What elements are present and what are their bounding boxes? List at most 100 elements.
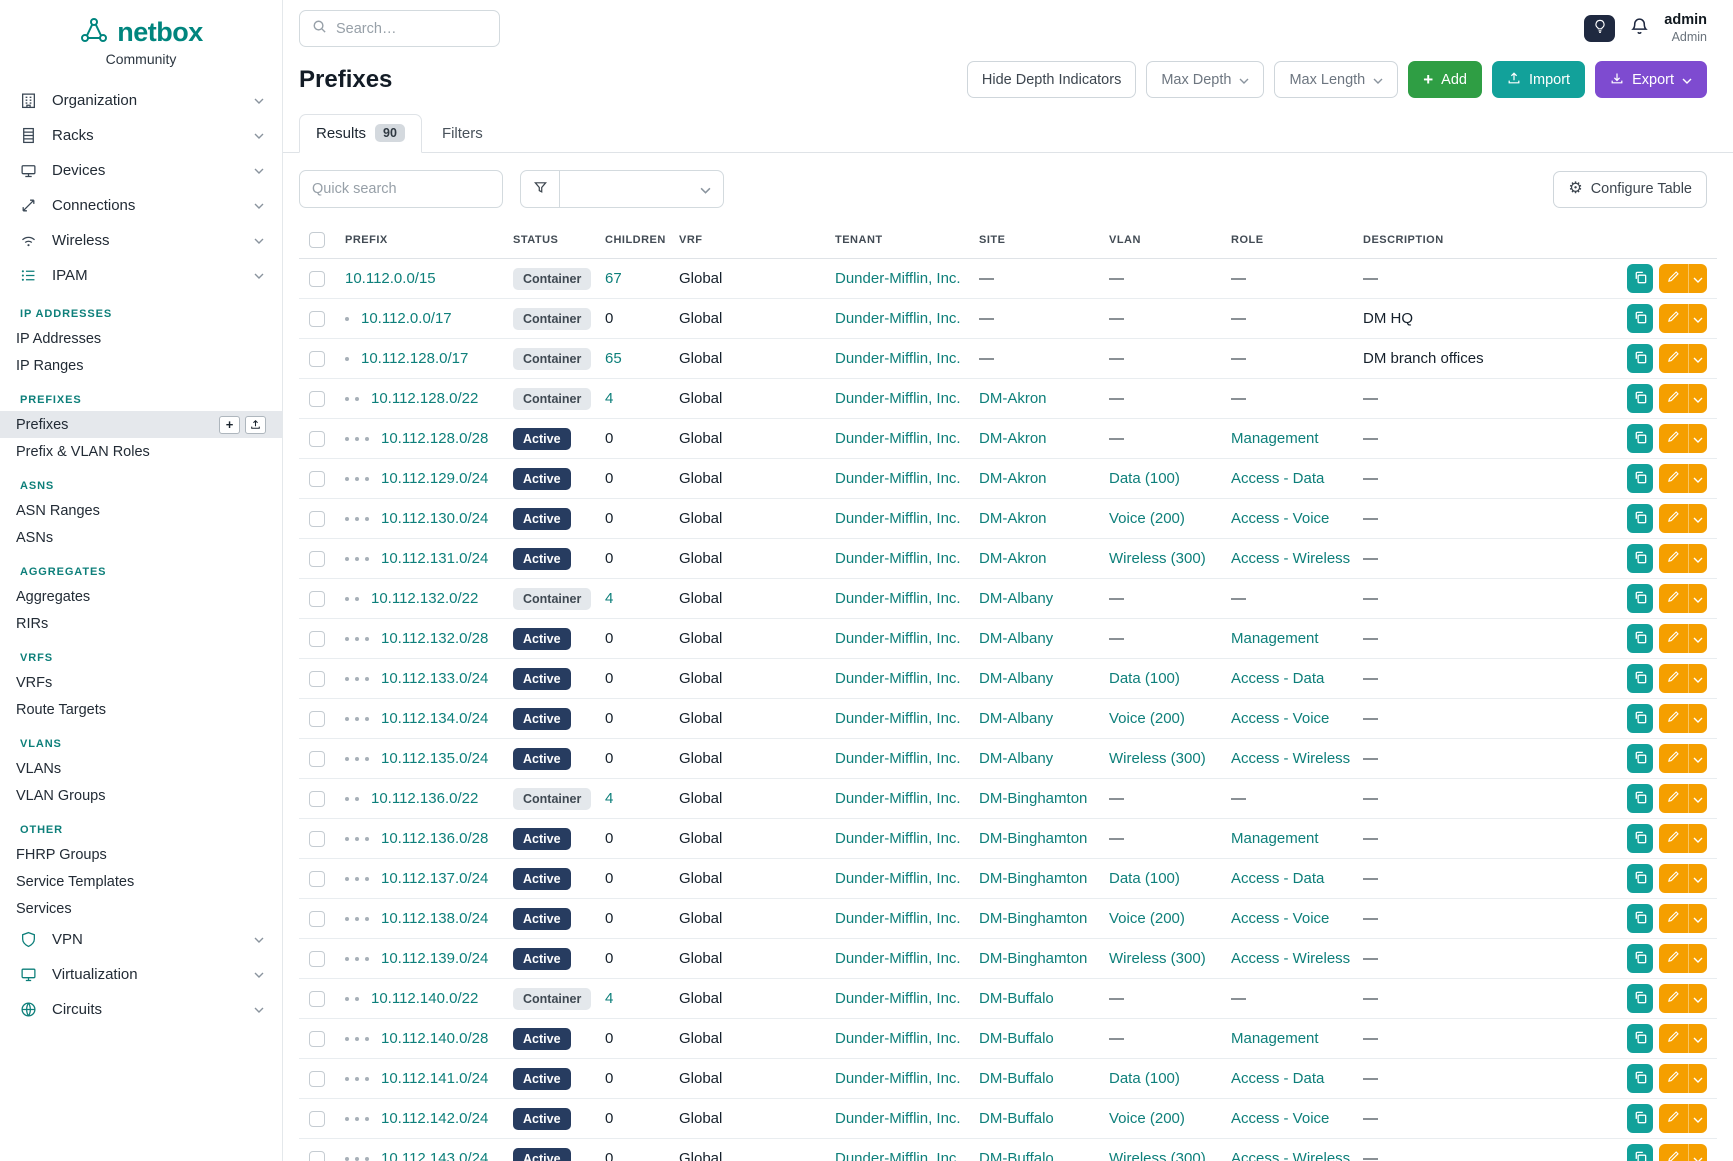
site-link[interactable]: DM-Akron: [979, 550, 1047, 567]
copy-button[interactable]: [1627, 504, 1653, 533]
sidebar-link-asn-ranges[interactable]: ASN Ranges: [0, 497, 282, 524]
row-checkbox[interactable]: [309, 311, 325, 327]
sidebar-link-fhrp-groups[interactable]: FHRP Groups: [0, 841, 282, 868]
edit-button[interactable]: [1659, 264, 1688, 293]
role-link[interactable]: Access - Data: [1231, 470, 1324, 487]
row-checkbox[interactable]: [309, 831, 325, 847]
site-link[interactable]: DM-Buffalo: [979, 1150, 1054, 1161]
brand-name[interactable]: netbox: [117, 17, 203, 48]
edit-button[interactable]: [1659, 464, 1688, 493]
column-header-status[interactable]: STATUS: [503, 222, 595, 259]
user-menu[interactable]: admin Admin: [1664, 12, 1707, 44]
edit-dropdown-button[interactable]: [1688, 544, 1707, 573]
prefix-link[interactable]: 10.112.140.0/28: [381, 1030, 488, 1047]
children-count-link[interactable]: 4: [605, 390, 613, 407]
site-link[interactable]: DM-Binghamton: [979, 830, 1087, 847]
prefix-link[interactable]: 10.112.133.0/24: [381, 670, 488, 687]
site-link[interactable]: DM-Akron: [979, 430, 1047, 447]
site-link[interactable]: DM-Binghamton: [979, 910, 1087, 927]
role-link[interactable]: Access - Voice: [1231, 710, 1329, 727]
tenant-link[interactable]: Dunder-Mifflin, Inc.: [835, 870, 961, 887]
prefix-link[interactable]: 10.112.143.0/24: [381, 1150, 488, 1161]
copy-button[interactable]: [1627, 664, 1653, 693]
vlan-link[interactable]: Wireless (300): [1109, 950, 1206, 967]
site-link[interactable]: DM-Buffalo: [979, 990, 1054, 1007]
vlan-link[interactable]: Data (100): [1109, 470, 1180, 487]
role-link[interactable]: Access - Wireless: [1231, 950, 1350, 967]
edit-dropdown-button[interactable]: [1688, 744, 1707, 773]
children-count-link[interactable]: 67: [605, 270, 622, 287]
site-link[interactable]: DM-Binghamton: [979, 950, 1087, 967]
tenant-link[interactable]: Dunder-Mifflin, Inc.: [835, 710, 961, 727]
edit-dropdown-button[interactable]: [1688, 344, 1707, 373]
sidebar-link-asns[interactable]: ASNs: [0, 524, 282, 551]
vlan-link[interactable]: Voice (200): [1109, 710, 1185, 727]
role-link[interactable]: Management: [1231, 1030, 1319, 1047]
edit-dropdown-button[interactable]: [1688, 584, 1707, 613]
sidebar-item-organization[interactable]: Organization: [0, 83, 282, 118]
site-link[interactable]: DM-Akron: [979, 470, 1047, 487]
edit-button[interactable]: [1659, 784, 1688, 813]
sidebar-link-vlan-groups[interactable]: VLAN Groups: [0, 782, 282, 809]
column-header-vlan[interactable]: VLAN: [1099, 222, 1221, 259]
tenant-link[interactable]: Dunder-Mifflin, Inc.: [835, 510, 961, 527]
copy-button[interactable]: [1627, 704, 1653, 733]
edit-button[interactable]: [1659, 304, 1688, 333]
vlan-link[interactable]: Voice (200): [1109, 910, 1185, 927]
site-link[interactable]: DM-Buffalo: [979, 1030, 1054, 1047]
row-checkbox[interactable]: [309, 1071, 325, 1087]
copy-button[interactable]: [1627, 944, 1653, 973]
sidebar-item-devices[interactable]: Devices: [0, 153, 282, 188]
role-link[interactable]: Management: [1231, 630, 1319, 647]
edit-dropdown-button[interactable]: [1688, 384, 1707, 413]
vlan-link[interactable]: Wireless (300): [1109, 550, 1206, 567]
column-header-vrf[interactable]: VRF: [669, 222, 825, 259]
edit-dropdown-button[interactable]: [1688, 1064, 1707, 1093]
copy-button[interactable]: [1627, 464, 1653, 493]
prefix-link[interactable]: 10.112.140.0/22: [371, 990, 478, 1007]
tenant-link[interactable]: Dunder-Mifflin, Inc.: [835, 1030, 961, 1047]
row-checkbox[interactable]: [309, 351, 325, 367]
prefix-link[interactable]: 10.112.128.0/28: [381, 430, 488, 447]
edit-dropdown-button[interactable]: [1688, 944, 1707, 973]
edit-button[interactable]: [1659, 584, 1688, 613]
copy-button[interactable]: [1627, 384, 1653, 413]
sidebar-item-vpn[interactable]: VPN: [0, 922, 282, 957]
tenant-link[interactable]: Dunder-Mifflin, Inc.: [835, 470, 961, 487]
site-link[interactable]: DM-Akron: [979, 510, 1047, 527]
column-header-prefix[interactable]: PREFIX: [335, 222, 503, 259]
edit-button[interactable]: [1659, 824, 1688, 853]
row-checkbox[interactable]: [309, 1031, 325, 1047]
row-checkbox[interactable]: [309, 551, 325, 567]
tenant-link[interactable]: Dunder-Mifflin, Inc.: [835, 790, 961, 807]
edit-dropdown-button[interactable]: [1688, 1144, 1707, 1161]
edit-button[interactable]: [1659, 1104, 1688, 1133]
copy-button[interactable]: [1627, 744, 1653, 773]
sidebar-link-ip-addresses[interactable]: IP Addresses: [0, 325, 282, 352]
role-link[interactable]: Access - Data: [1231, 1070, 1324, 1087]
role-link[interactable]: Management: [1231, 830, 1319, 847]
vlan-link[interactable]: Data (100): [1109, 1070, 1180, 1087]
hide-depth-indicators-button[interactable]: Hide Depth Indicators: [967, 61, 1136, 98]
prefix-link[interactable]: 10.112.136.0/22: [371, 790, 478, 807]
sidebar-link-aggregates[interactable]: Aggregates: [0, 583, 282, 610]
max-depth-dropdown[interactable]: Max Depth: [1146, 61, 1264, 98]
sidebar-link-vlans[interactable]: VLANs: [0, 755, 282, 782]
edit-dropdown-button[interactable]: [1688, 664, 1707, 693]
children-count-link[interactable]: 65: [605, 350, 622, 367]
edit-dropdown-button[interactable]: [1688, 504, 1707, 533]
edit-button[interactable]: [1659, 864, 1688, 893]
sidebar-link-prefix-vlan-roles[interactable]: Prefix & VLAN Roles: [0, 438, 282, 465]
prefix-link[interactable]: 10.112.128.0/17: [361, 350, 468, 367]
prefix-link[interactable]: 10.112.129.0/24: [381, 470, 488, 487]
tenant-link[interactable]: Dunder-Mifflin, Inc.: [835, 910, 961, 927]
tenant-link[interactable]: Dunder-Mifflin, Inc.: [835, 1150, 961, 1161]
prefix-link[interactable]: 10.112.142.0/24: [381, 1110, 488, 1127]
edit-button[interactable]: [1659, 664, 1688, 693]
site-link[interactable]: DM-Binghamton: [979, 790, 1087, 807]
prefix-link[interactable]: 10.112.138.0/24: [381, 910, 488, 927]
tenant-link[interactable]: Dunder-Mifflin, Inc.: [835, 430, 961, 447]
row-checkbox[interactable]: [309, 631, 325, 647]
site-link[interactable]: DM-Albany: [979, 590, 1053, 607]
sidebar-link-service-templates[interactable]: Service Templates: [0, 868, 282, 895]
